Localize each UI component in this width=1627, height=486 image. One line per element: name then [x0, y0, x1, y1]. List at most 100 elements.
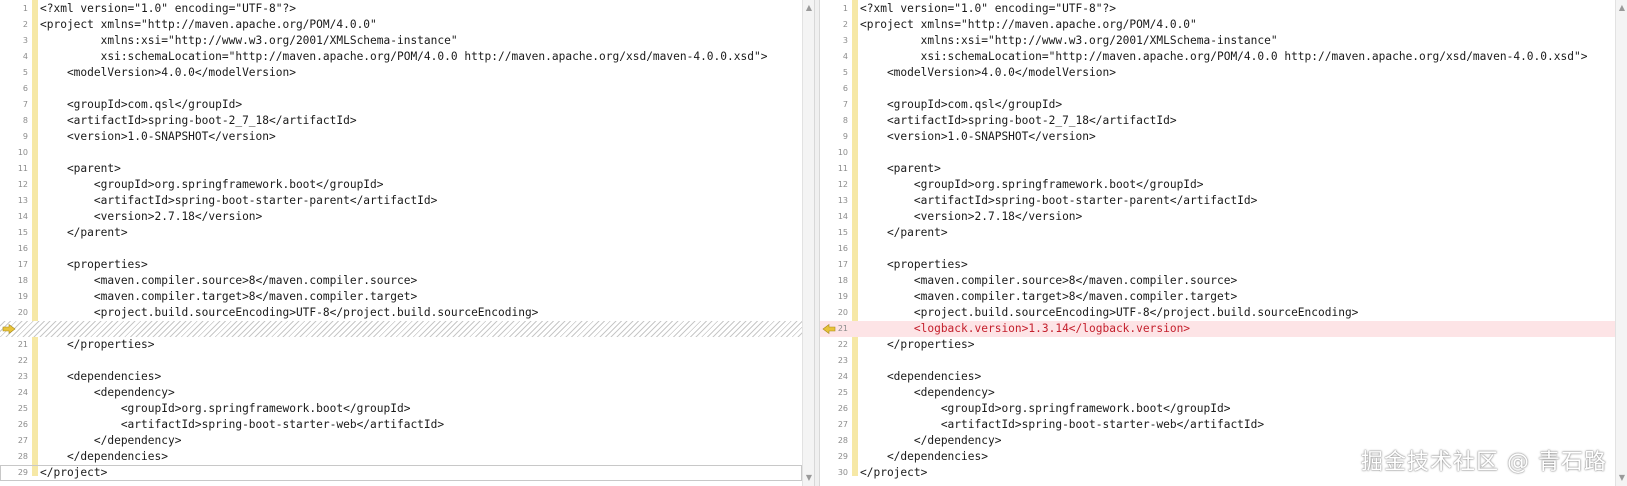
diff-marker-arrow-icon[interactable] [2, 324, 16, 334]
code-line[interactable]: 24 <dependencies> [820, 369, 1627, 385]
code-line[interactable]: 20 <project.build.sourceEncoding>UTF-8</… [820, 305, 1627, 321]
code-line[interactable]: 27 <artifactId>spring-boot-starter-web</… [820, 417, 1627, 433]
code-text[interactable]: <maven.compiler.target>8</maven.compiler… [40, 289, 417, 305]
code-line[interactable]: 5 <modelVersion>4.0.0</modelVersion> [0, 65, 802, 81]
code-line[interactable]: 11 <parent> [820, 161, 1627, 177]
code-text[interactable]: </project> [40, 465, 107, 481]
code-line[interactable]: 17 <properties> [820, 257, 1627, 273]
code-line[interactable]: 22 [0, 353, 802, 369]
code-line[interactable]: 2 <project xmlns="http://maven.apache.org… [820, 17, 1627, 33]
code-line[interactable]: 8 <artifactId>spring-boot-2_7_18</artifa… [820, 113, 1627, 129]
left-code-area[interactable]: 1 <?xml version="1.0" encoding="UTF-8"?> 2… [0, 1, 802, 481]
code-text[interactable]: <properties> [860, 257, 968, 273]
code-line[interactable]: 1 <?xml version="1.0" encoding="UTF-8"?> [0, 1, 802, 17]
code-text[interactable]: <artifactId>spring-boot-starter-parent</… [40, 193, 438, 209]
code-text[interactable]: <maven.compiler.source>8</maven.compiler… [40, 273, 417, 289]
left-diff-pane[interactable]: 1 <?xml version="1.0" encoding="UTF-8"?> 2… [0, 0, 802, 486]
code-line[interactable]: 5 <modelVersion>4.0.0</modelVersion> [820, 65, 1627, 81]
code-line[interactable]: 19 <maven.compiler.target>8</maven.compi… [820, 289, 1627, 305]
code-text[interactable]: <logback.version>1.3.14</logback.version… [860, 321, 1190, 337]
code-text[interactable]: xmlns:xsi="http://www.w3.org/2001/XMLSch… [860, 33, 1278, 49]
code-line[interactable]: 2 <project xmlns="http://maven.apache.org… [0, 17, 802, 33]
code-line[interactable]: 17 <properties> [0, 257, 802, 273]
code-text[interactable]: <properties> [40, 257, 148, 273]
code-text[interactable]: <version>2.7.18</version> [40, 209, 262, 225]
code-line[interactable]: 16 [0, 241, 802, 257]
code-line[interactable]: 15 </parent> [0, 225, 802, 241]
code-text[interactable]: </properties> [860, 337, 975, 353]
code-line[interactable]: 28 </dependencies> [0, 449, 802, 465]
code-text[interactable]: <parent> [40, 161, 121, 177]
code-text[interactable]: <?xml version="1.0" encoding="UTF-8"?> [860, 1, 1116, 17]
code-text[interactable]: <artifactId>spring-boot-starter-web</art… [40, 417, 444, 433]
code-text[interactable]: </dependencies> [860, 449, 988, 465]
code-line[interactable]: 4 xsi:schemaLocation="http://maven.apach… [820, 49, 1627, 65]
code-line[interactable]: 20 <project.build.sourceEncoding>UTF-8</… [0, 305, 802, 321]
code-text[interactable]: <dependency> [40, 385, 175, 401]
code-line[interactable]: 25 <groupId>org.springframework.boot</gr… [0, 401, 802, 417]
code-line[interactable]: 19 <maven.compiler.target>8</maven.compi… [0, 289, 802, 305]
code-text[interactable]: </parent> [40, 225, 128, 241]
scroll-down-icon[interactable]: ▼ [804, 472, 814, 484]
code-text[interactable]: xsi:schemaLocation="http://maven.apache.… [40, 49, 768, 65]
code-text[interactable]: <version>2.7.18</version> [860, 209, 1082, 225]
code-text[interactable]: <?xml version="1.0" encoding="UTF-8"?> [40, 1, 296, 17]
right-vertical-scrollbar[interactable]: ▲ ▼ [1615, 0, 1627, 486]
code-line[interactable]: 15 </parent> [820, 225, 1627, 241]
code-text[interactable]: <project xmlns="http://maven.apache.org/… [860, 17, 1197, 33]
code-text[interactable]: <maven.compiler.target>8</maven.compiler… [860, 289, 1237, 305]
code-line[interactable]: 13 <artifactId>spring-boot-starter-paren… [820, 193, 1627, 209]
code-line[interactable]: 23 <dependencies> [0, 369, 802, 385]
code-line[interactable]: 16 [820, 241, 1627, 257]
code-text[interactable]: <project.build.sourceEncoding>UTF-8</pro… [860, 305, 1359, 321]
code-text[interactable]: <groupId>com.qsl</groupId> [860, 97, 1062, 113]
code-line[interactable]: 7 <groupId>com.qsl</groupId> [820, 97, 1627, 113]
code-line[interactable]: 25 <dependency> [820, 385, 1627, 401]
code-line[interactable]: 10 [0, 145, 802, 161]
scroll-up-icon[interactable]: ▲ [1617, 2, 1627, 14]
code-line[interactable]: 18 <maven.compiler.source>8</maven.compi… [820, 273, 1627, 289]
code-text[interactable]: <modelVersion>4.0.0</modelVersion> [40, 65, 296, 81]
added-code-line[interactable]: 21 <logback.version>1.3.14</logback.vers… [820, 321, 1627, 337]
scroll-up-icon[interactable]: ▲ [804, 2, 814, 14]
code-line[interactable]: 18 <maven.compiler.source>8</maven.compi… [0, 273, 802, 289]
code-text[interactable]: <version>1.0-SNAPSHOT</version> [860, 129, 1096, 145]
code-text[interactable]: </dependency> [860, 433, 1002, 449]
code-text[interactable]: <groupId>org.springframework.boot</group… [40, 177, 384, 193]
code-text[interactable]: <dependency> [860, 385, 995, 401]
code-text[interactable]: <artifactId>spring-boot-starter-web</art… [860, 417, 1264, 433]
code-line[interactable]: 1 <?xml version="1.0" encoding="UTF-8"?> [820, 1, 1627, 17]
right-diff-pane[interactable]: 1 <?xml version="1.0" encoding="UTF-8"?> 2… [820, 0, 1627, 486]
code-text[interactable]: <artifactId>spring-boot-starter-parent</… [860, 193, 1258, 209]
code-line[interactable]: 26 <groupId>org.springframework.boot</gr… [820, 401, 1627, 417]
code-text[interactable]: <dependencies> [860, 369, 981, 385]
code-text[interactable]: <groupId>com.qsl</groupId> [40, 97, 242, 113]
left-vertical-scrollbar[interactable]: ▲ ▼ [802, 0, 814, 486]
code-line[interactable]: 4 xsi:schemaLocation="http://maven.apach… [0, 49, 802, 65]
code-text[interactable]: <project xmlns="http://maven.apache.org/… [40, 17, 377, 33]
code-text[interactable]: <maven.compiler.source>8</maven.compiler… [860, 273, 1237, 289]
code-line[interactable]: 3 xmlns:xsi="http://www.w3.org/2001/XMLS… [820, 33, 1627, 49]
code-text[interactable]: <groupId>org.springframework.boot</group… [40, 401, 411, 417]
code-text[interactable]: <version>1.0-SNAPSHOT</version> [40, 129, 276, 145]
code-line[interactable]: 14 <version>2.7.18</version> [0, 209, 802, 225]
code-text[interactable]: </parent> [860, 225, 948, 241]
code-text[interactable]: <project.build.sourceEncoding>UTF-8</pro… [40, 305, 539, 321]
code-line[interactable]: 11 <parent> [0, 161, 802, 177]
code-line[interactable]: 7 <groupId>com.qsl</groupId> [0, 97, 802, 113]
code-line[interactable]: 9 <version>1.0-SNAPSHOT</version> [0, 129, 802, 145]
code-text[interactable]: xmlns:xsi="http://www.w3.org/2001/XMLSch… [40, 33, 458, 49]
diff-filler-line[interactable] [0, 321, 802, 337]
code-line[interactable]: 27 </dependency> [0, 433, 802, 449]
code-line[interactable]: 12 <groupId>org.springframework.boot</gr… [0, 177, 802, 193]
code-line[interactable]: 6 [0, 81, 802, 97]
code-text[interactable]: </dependencies> [40, 449, 168, 465]
code-line[interactable]: 3 xmlns:xsi="http://www.w3.org/2001/XMLS… [0, 33, 802, 49]
code-text[interactable]: <artifactId>spring-boot-2_7_18</artifact… [40, 113, 357, 129]
code-line[interactable]: 29 </project> [0, 465, 802, 481]
code-line[interactable]: 8 <artifactId>spring-boot-2_7_18</artifa… [0, 113, 802, 129]
code-line[interactable]: 12 <groupId>org.springframework.boot</gr… [820, 177, 1627, 193]
code-line[interactable]: 10 [820, 145, 1627, 161]
code-text[interactable]: <artifactId>spring-boot-2_7_18</artifact… [860, 113, 1177, 129]
code-line[interactable]: 13 <artifactId>spring-boot-starter-paren… [0, 193, 802, 209]
